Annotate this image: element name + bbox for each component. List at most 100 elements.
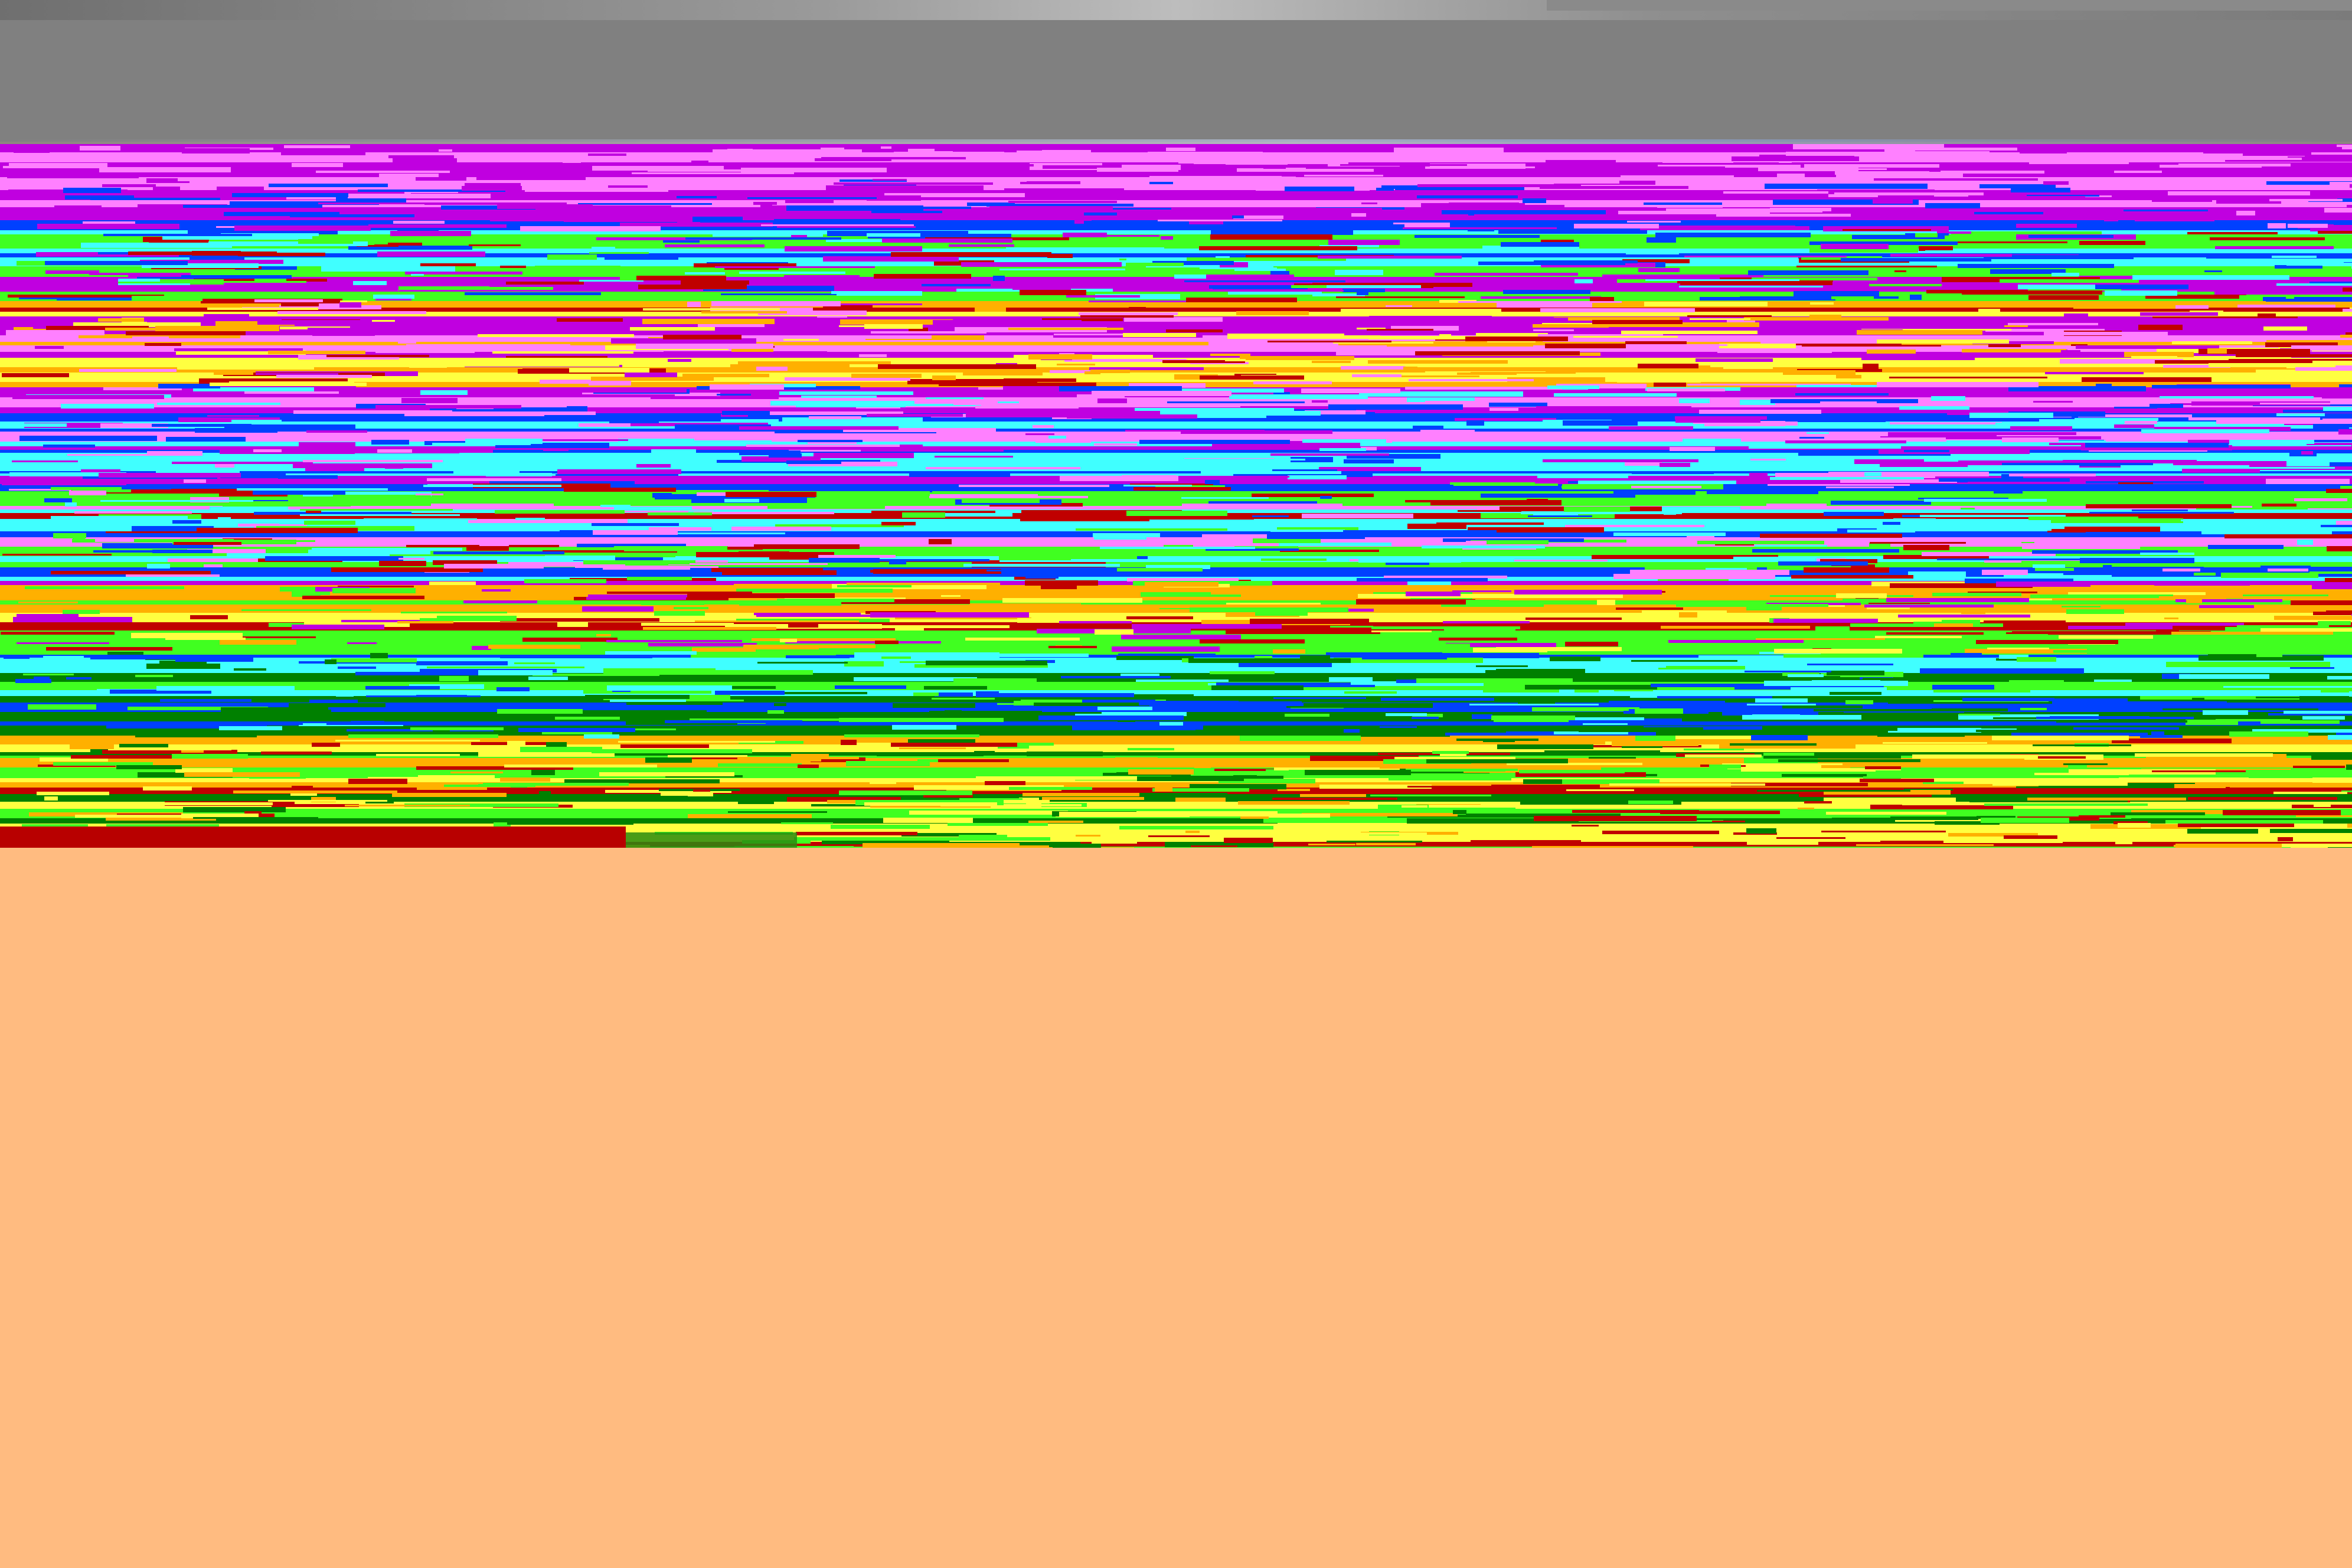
noise-speck xyxy=(2208,545,2284,549)
noise-speck xyxy=(175,657,253,662)
noise-speck xyxy=(932,698,997,700)
noise-speck xyxy=(2284,711,2352,714)
noise-speck xyxy=(2133,177,2234,182)
noise-speck xyxy=(209,502,334,506)
noise-speck xyxy=(2094,680,2132,682)
noise-speck xyxy=(1962,349,2066,352)
noise-speck xyxy=(1749,473,1768,478)
noise-speck xyxy=(500,618,659,622)
noise-speck xyxy=(809,416,861,419)
noise-speck xyxy=(2174,784,2226,788)
noise-speck xyxy=(802,422,866,425)
noise-speck xyxy=(592,247,615,249)
noise-speck xyxy=(193,817,318,819)
noise-speck xyxy=(546,742,567,747)
noise-speck xyxy=(197,528,358,533)
noise-speck xyxy=(1992,736,2129,740)
noise-speck xyxy=(2111,812,2205,815)
noise-speck xyxy=(2276,283,2352,286)
noise-speck xyxy=(579,423,631,427)
noise-speck xyxy=(1253,381,1332,384)
noise-speck xyxy=(593,530,678,535)
noise-speck xyxy=(1903,151,1990,153)
noise-speck xyxy=(2192,698,2204,700)
noise-speck xyxy=(989,206,1113,211)
noise-speck xyxy=(789,450,871,452)
noise-speck xyxy=(507,822,633,825)
noise-speck xyxy=(1312,400,1328,403)
noise-speck xyxy=(1687,536,1714,540)
noise-speck xyxy=(1370,795,1491,796)
noise-speck xyxy=(835,550,876,556)
noise-speck xyxy=(32,663,88,667)
noise-speck xyxy=(504,765,657,767)
noise-speck xyxy=(506,356,607,358)
noise-speck xyxy=(1749,446,1901,449)
noise-speck xyxy=(2132,275,2289,280)
noise-speck xyxy=(1008,258,1119,260)
noise-speck xyxy=(1869,543,1890,547)
noise-speck xyxy=(99,167,231,172)
noise-speck xyxy=(1785,440,1906,443)
noise-speck xyxy=(242,169,313,173)
noise-speck xyxy=(1687,146,1794,150)
noise-speck xyxy=(1660,811,1780,814)
noise-speck xyxy=(636,344,773,349)
noise-speck xyxy=(1719,344,1796,348)
noise-speck xyxy=(507,741,525,746)
noise-speck xyxy=(582,606,654,612)
noise-speck xyxy=(401,398,458,403)
noise-speck xyxy=(307,710,329,713)
noise-speck xyxy=(557,622,588,627)
noise-speck xyxy=(1148,152,1263,156)
noise-speck xyxy=(1432,730,1446,732)
noise-speck xyxy=(1798,808,1814,809)
noise-speck xyxy=(19,436,157,441)
noise-speck xyxy=(2046,409,2082,411)
noise-speck xyxy=(427,667,584,668)
noise-speck xyxy=(1566,789,1634,791)
noise-speck xyxy=(1200,375,1304,380)
noise-speck xyxy=(809,558,880,563)
noise-speck xyxy=(46,647,172,651)
noise-speck xyxy=(375,299,411,300)
noise-speck xyxy=(826,185,984,191)
noise-speck xyxy=(388,155,454,158)
noise-speck xyxy=(941,595,961,597)
noise-speck xyxy=(847,583,1000,585)
noise-speck xyxy=(2324,208,2352,213)
noise-speck xyxy=(2030,594,2173,598)
noise-speck xyxy=(1957,669,1978,671)
noise-speck xyxy=(420,390,468,395)
noise-speck xyxy=(161,802,273,805)
noise-speck xyxy=(1501,242,1579,247)
noise-speck xyxy=(2009,680,2064,682)
noise-speck xyxy=(1870,726,1897,731)
noise-speck xyxy=(1094,534,1146,540)
noise-speck xyxy=(375,405,521,409)
noise-speck xyxy=(1422,545,1545,548)
noise-speck xyxy=(814,453,914,458)
noise-speck xyxy=(2033,401,2073,403)
noise-speck xyxy=(636,796,688,801)
noise-speck xyxy=(1376,188,1394,191)
noise-speck xyxy=(34,677,50,681)
noise-speck xyxy=(316,171,450,173)
noise-speck xyxy=(304,521,355,525)
noise-speck xyxy=(1357,578,1488,582)
noise-speck xyxy=(332,588,416,593)
noise-speck xyxy=(280,587,315,592)
noise-speck xyxy=(1205,480,1220,484)
noise-speck xyxy=(2343,288,2352,292)
noise-speck xyxy=(823,256,959,262)
noise-speck xyxy=(585,695,690,699)
noise-speck xyxy=(1794,291,1879,296)
noise-speck xyxy=(1072,726,1195,730)
noise-speck xyxy=(90,198,220,200)
noise-speck xyxy=(1008,201,1117,203)
noise-speck xyxy=(1546,160,1616,164)
noise-speck xyxy=(564,488,676,492)
noise-speck xyxy=(933,320,1082,325)
noise-speck xyxy=(437,411,596,415)
noise-speck xyxy=(2236,354,2352,357)
